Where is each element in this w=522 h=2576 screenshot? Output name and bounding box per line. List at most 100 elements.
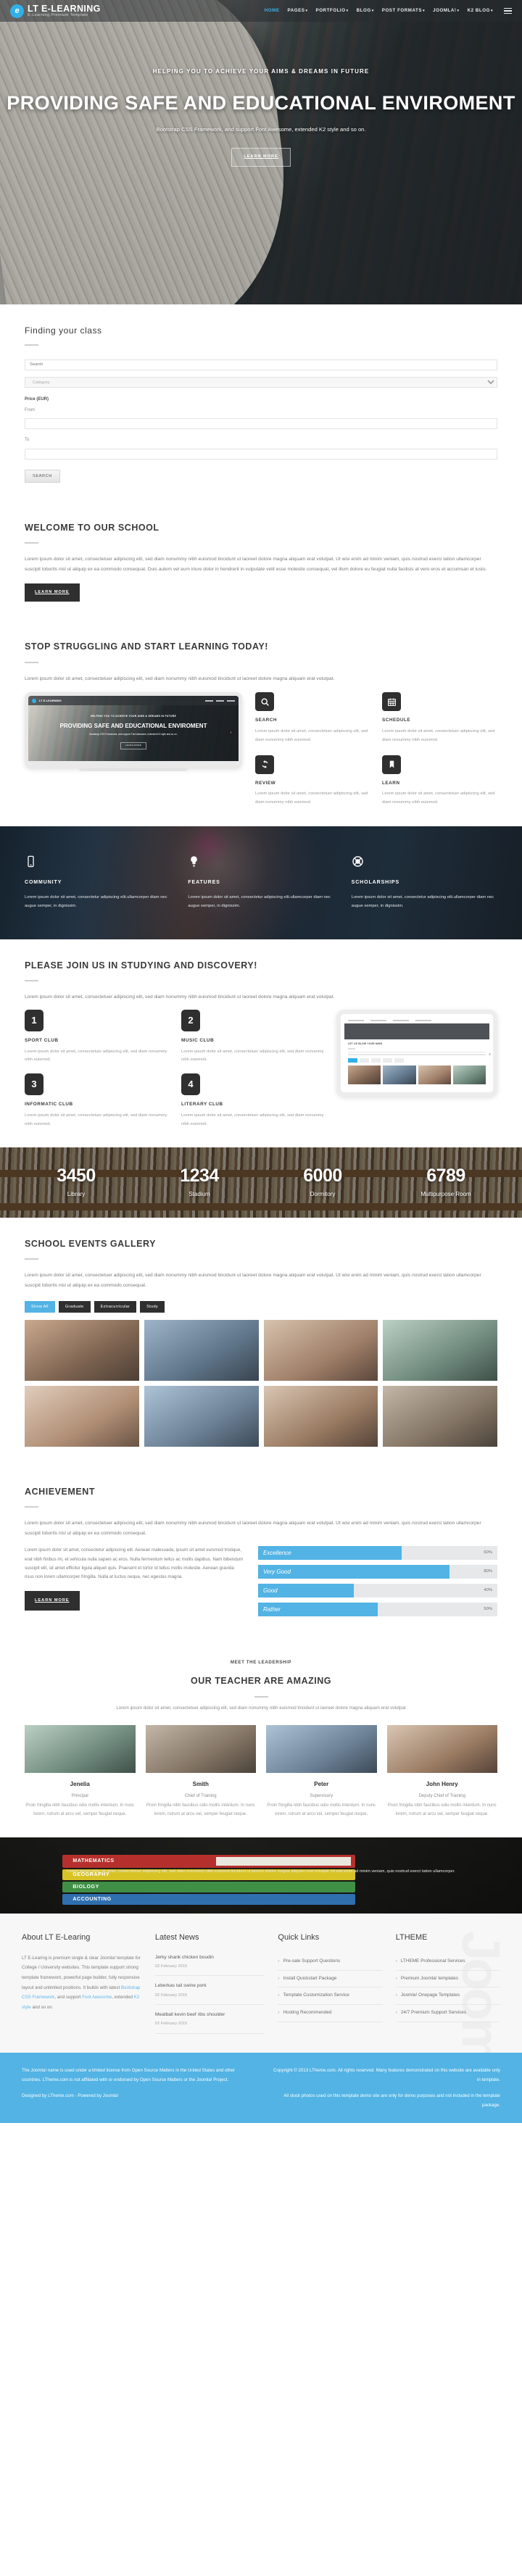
gallery-photo[interactable] [144, 1386, 259, 1447]
feature-item: SEARCH Lorem ipsum dolor sit amet, conse… [255, 692, 370, 744]
gallery-filters[interactable]: Show All Graduate Extracurricular Study [25, 1301, 497, 1313]
chevron-down-icon: ▾ [346, 8, 349, 13]
highlight-item: COMMUNITY Lorem ipsum dolor sit amet, co… [25, 855, 170, 910]
achievement-body: Lorem ipsum dolor sit amet, consectetur … [25, 1547, 244, 1580]
brand-logo-group[interactable]: e LT E-LEARNING E-Learning Premium Templ… [10, 4, 101, 18]
nav-item-joomla[interactable]: JOOMLA!▾ [433, 7, 459, 15]
progress-value: 80% [484, 1569, 492, 1574]
feature-text: Lorem ipsum dolor sit amet, consectetuer… [255, 729, 368, 742]
brand-name: LT E-LEARNING [28, 3, 101, 14]
gallery-photo[interactable] [25, 1320, 139, 1382]
teacher-name: Peter [314, 1781, 329, 1788]
gallery-photo[interactable] [263, 1386, 378, 1447]
divider [25, 542, 38, 544]
feature-title: SCHEDULE [382, 718, 411, 723]
filter-extracurricular[interactable]: Extracurricular [94, 1301, 137, 1313]
nav-item-portfolio[interactable]: PORTFOLIO▾ [316, 7, 349, 15]
hamburger-menu-icon[interactable] [504, 7, 512, 14]
progress-bar: Excellence 60% [258, 1546, 497, 1561]
chevron-down-icon: ▾ [371, 8, 374, 13]
nav-item-pages[interactable]: PAGES▾ [288, 7, 308, 15]
quicklink-item[interactable]: Pre-sale Support Questions [278, 1953, 383, 1971]
laptop-mockup: LT E-LEARNING › HELPING YOU TO ACHIEVE Y… [25, 692, 242, 807]
footer-about-title: About LT E-Learing [22, 1932, 91, 1942]
gallery-photo[interactable] [383, 1386, 497, 1447]
clubs-grid: 1 SPORT CLUB Lorem ipsum dolor sit amet,… [25, 1009, 325, 1129]
highlight-title: COMMUNITY [25, 879, 62, 885]
gallery-photo[interactable] [263, 1320, 378, 1382]
club-title: LITERARY CLUB [181, 1102, 223, 1108]
progress-label: Very Good [263, 1568, 291, 1575]
progress-value: 50% [484, 1606, 492, 1611]
club-title: MUSIC CLUB [181, 1037, 215, 1043]
gallery-photo[interactable] [25, 1386, 139, 1447]
font-awesome-link[interactable]: Font Awesome [82, 1995, 112, 2000]
copyright-bar: The Joomla! name is used under a limited… [0, 2052, 522, 2123]
class-finder-title: Finding your class [25, 325, 102, 336]
ltheme-link-item[interactable]: Joomla! Onepage Templates [395, 1987, 500, 2006]
teacher-name: John Henry [426, 1781, 458, 1788]
progress-label: Excellence [263, 1549, 291, 1556]
ltheme-link-item[interactable]: 24/7 Premium Support Services [395, 2005, 500, 2023]
highlights-band: COMMUNITY Lorem ipsum dolor sit amet, co… [0, 826, 522, 939]
news-item[interactable]: Meatball kevin beef ribs shoulder 02 Feb… [154, 2011, 265, 2034]
teacher-card: Smith Chief of Training Proin fringilla … [145, 1725, 256, 1819]
avatar [25, 1725, 136, 1774]
mockup-nav-line [205, 699, 213, 702]
mockup-next-arrow-icon[interactable]: › [228, 729, 234, 736]
class-finder-section: Finding your class Category Price (EUR) … [0, 304, 522, 502]
book-accounting: ACCOUNTING [62, 1893, 355, 1905]
nav-item-k2-blog[interactable]: K2 BLOG▾ [468, 7, 493, 15]
progress-value: 60% [484, 1550, 492, 1555]
tablet-hero [344, 1023, 489, 1039]
gallery-photo[interactable] [383, 1320, 497, 1382]
footer-ltheme-title: LTHEME [395, 1932, 428, 1942]
teacher-role: Chief of Training [184, 1794, 217, 1798]
laptop-stand [79, 768, 188, 772]
hero-learn-more-button[interactable]: LEARN MORE [231, 148, 291, 167]
tablet-title: LET US BLOW YOUR MIND [348, 1042, 383, 1045]
teacher-desc: Proin fringilla nibh faucibus odio molli… [387, 1803, 497, 1816]
footer-about-text: LT E-Learing is premium single & clear J… [22, 1953, 142, 2013]
filter-show-all[interactable]: Show All [25, 1301, 55, 1313]
nav-item-blog[interactable]: BLOG▾ [357, 7, 374, 15]
news-item[interactable]: Leberkas tail swine pork 02 February 201… [154, 1982, 265, 2006]
club-text: Lorem ipsum dolor sit amet, consectetuer… [181, 1049, 324, 1063]
search-input[interactable] [25, 359, 497, 370]
main-navigation[interactable]: HOME PAGES▾ PORTFOLIO▾ BLOG▾ POST FORMAT… [265, 7, 512, 15]
chevron-down-icon: ▾ [423, 8, 426, 13]
counter-label: Multipurpose Room [420, 1190, 471, 1197]
price-to-input[interactable] [25, 448, 497, 460]
category-select[interactable]: Category [25, 377, 497, 389]
news-item[interactable]: Jerky shank chicken boudin 02 February 2… [154, 1953, 265, 1977]
news-title: Jerky shank chicken boudin [154, 1954, 214, 1960]
counter-label: Library [67, 1190, 86, 1197]
nav-item-post-formats[interactable]: POST FORMATS▾ [382, 7, 425, 15]
site-footer: Joomla! About LT E-Learing LT E-Learing … [0, 1913, 522, 2053]
counter-item: 3450 Library [14, 1166, 138, 1199]
filter-graduate[interactable]: Graduate [58, 1301, 91, 1313]
ltheme-link-item[interactable]: Premium Joomla! templates [395, 1971, 500, 1988]
ltheme-link-item[interactable]: LTHEME Professional Services [395, 1953, 500, 1971]
avatar [386, 1725, 497, 1774]
hero-subtitle: HELPING YOU TO ACHIEVE YOUR AIMS & DREAM… [152, 68, 370, 75]
clubs-section: PLEASE JOIN US IN STUDYING AND DISCOVERY… [0, 939, 522, 1147]
quicklink-item[interactable]: Template Customization Service [278, 1987, 383, 2006]
counter-value: 6000 [303, 1166, 342, 1187]
filter-study[interactable]: Study [140, 1301, 165, 1313]
divider [25, 980, 38, 982]
gallery-photo[interactable] [144, 1320, 259, 1382]
nav-item-home[interactable]: HOME [265, 7, 280, 15]
quicklink-item[interactable]: Install Quickstart Package [278, 1971, 383, 1988]
divider [25, 344, 38, 346]
quicklink-item[interactable]: Hosting Recommended [278, 2005, 383, 2023]
welcome-learn-more-button[interactable]: LEARN MORE [25, 583, 80, 602]
search-button[interactable]: SEARCH [25, 469, 60, 483]
features-section: STOP STRUGGLING AND START LEARNING TODAY… [0, 620, 522, 826]
teacher-role: Supervisory [310, 1794, 334, 1798]
progress-label: Rather [263, 1605, 281, 1613]
achievement-learn-more-button[interactable]: LEARN MORE [25, 1590, 80, 1611]
features-lead: Lorem ipsum dolor sit amet, consectetuer… [25, 676, 335, 681]
price-from-input[interactable] [25, 418, 497, 430]
mockup-button: LEARN MORE [120, 741, 147, 750]
